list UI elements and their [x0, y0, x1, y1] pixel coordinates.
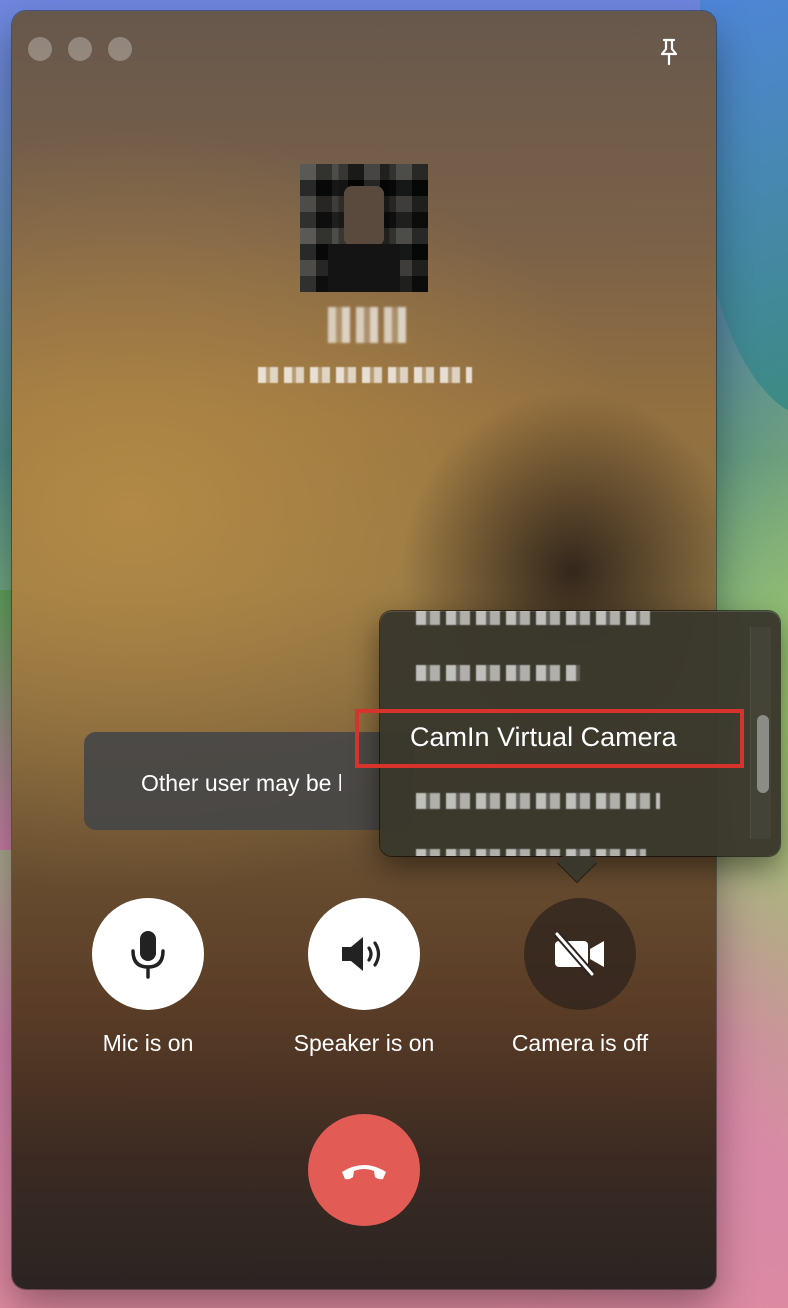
- pin-icon: [660, 38, 678, 66]
- speaker-button[interactable]: [308, 898, 420, 1010]
- menu-item-redacted-1[interactable]: [416, 665, 580, 681]
- phone-hangup-icon: [342, 1165, 386, 1180]
- highlight-annotation: [355, 709, 744, 768]
- camera-button[interactable]: [524, 898, 636, 1010]
- menu-item-redacted-2[interactable]: [416, 793, 660, 809]
- caller-name-redacted: [328, 307, 408, 343]
- camera-label: Camera is off: [511, 1030, 649, 1056]
- hangup-button[interactable]: [308, 1114, 420, 1226]
- speaker-label: Speaker is on: [293, 1030, 435, 1056]
- toast-text: Other user may be busy: [141, 770, 341, 796]
- video-off-icon: [554, 932, 604, 976]
- pin-button[interactable]: [652, 35, 686, 69]
- menu-item-redacted-3[interactable]: [416, 849, 646, 856]
- window-zoom-button[interactable]: [108, 37, 132, 61]
- mic-button[interactable]: [92, 898, 204, 1010]
- window-close-button[interactable]: [28, 37, 52, 61]
- caller-avatar: [300, 164, 428, 292]
- menu-scrollbar-thumb[interactable]: [757, 715, 769, 793]
- caller-status-redacted: [258, 367, 472, 383]
- menu-item-redacted-0[interactable]: [416, 611, 656, 625]
- microphone-icon: [131, 931, 165, 979]
- window-minimize-button[interactable]: [68, 37, 92, 61]
- mic-label: Mic is on: [102, 1030, 194, 1056]
- speaker-icon: [342, 937, 381, 971]
